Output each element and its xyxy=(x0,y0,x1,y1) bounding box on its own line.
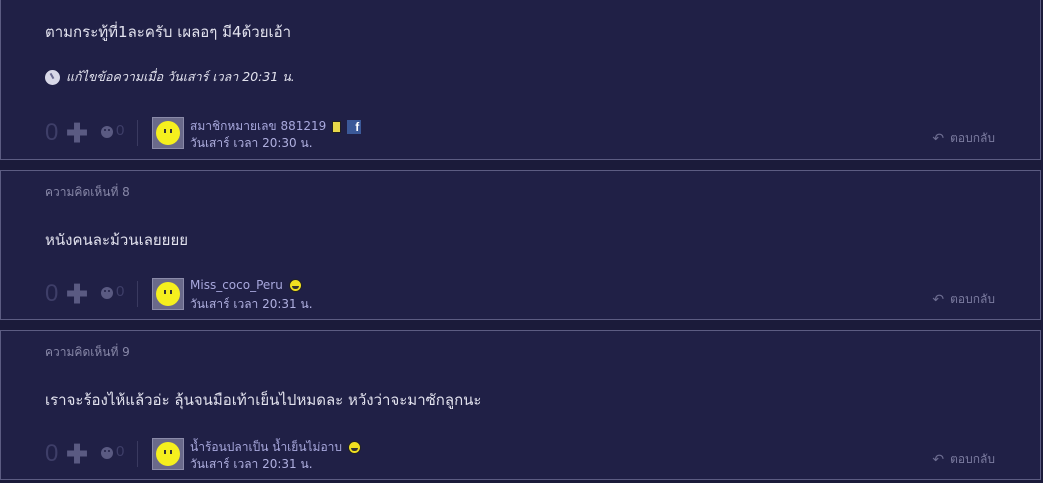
emotion-face-icon[interactable] xyxy=(101,126,113,138)
avatar-smiley xyxy=(156,442,180,466)
smile-icon xyxy=(288,278,302,292)
divider xyxy=(137,120,138,146)
divider xyxy=(137,441,138,467)
author-line: Miss_coco_Peru xyxy=(190,278,302,292)
timestamp: วันเสาร์ เวลา 20:31 น. xyxy=(190,297,313,311)
comment-footer: 0 ✚ 0 น้ำร้อนปลาเป็น น้ำเย็นไม่อาบ วันเส… xyxy=(45,438,1005,478)
avatar[interactable] xyxy=(152,438,184,470)
mobile-phone-icon xyxy=(332,120,342,133)
comment-card: ความคิดเห็นที่ 8 หนังคนละม้วนเลยยยย 0 ✚ … xyxy=(0,170,1041,320)
vote-count: 0 xyxy=(45,119,59,146)
edit-note: แก้ไขข้อความเมื่อ วันเสาร์ เวลา 20:31 น. xyxy=(45,67,295,87)
reply-label: ตอบกลับ xyxy=(950,131,995,145)
avatar[interactable] xyxy=(152,278,184,310)
comment-number: ความคิดเห็นที่ 9 xyxy=(45,345,130,359)
facebook-icon: f xyxy=(347,119,362,134)
smile-icon xyxy=(348,441,362,454)
edit-note-text: แก้ไขข้อความเมื่อ วันเสาร์ เวลา 20:31 น. xyxy=(66,69,295,84)
comment-number: ความคิดเห็นที่ 8 xyxy=(45,185,130,199)
reply-arrow-icon: ↶ xyxy=(932,451,945,468)
emotion-count: 0 xyxy=(116,443,125,460)
avatar-smiley xyxy=(156,282,180,306)
comment-footer: 0 ✚ 0 Miss_coco_Peru วันเสาร์ เวลา 20:31… xyxy=(45,278,1005,318)
reply-button[interactable]: ↶ ตอบกลับ xyxy=(932,450,995,469)
avatar-smiley xyxy=(156,121,180,145)
reply-arrow-icon: ↶ xyxy=(932,130,945,147)
reply-label: ตอบกลับ xyxy=(950,452,995,466)
vote-plus-button[interactable]: ✚ xyxy=(65,120,89,146)
comment-text: ตามกระทู้ที่1ละครับ เผลอๆ มี4ด้วยเอ้า xyxy=(45,23,292,41)
vote-count: 0 xyxy=(45,440,59,467)
comment-card: ตามกระทู้ที่1ละครับ เผลอๆ มี4ด้วยเอ้า แก… xyxy=(0,0,1041,160)
comment-text: หนังคนละม้วนเลยยยย xyxy=(45,231,189,249)
emotion-face-icon[interactable] xyxy=(101,287,113,299)
reply-button[interactable]: ↶ ตอบกลับ xyxy=(932,290,995,309)
comment-text: เราจะร้องไห้แล้วอ่ะ ลุ้นจนมือเท้าเย็นไปห… xyxy=(45,391,482,409)
vote-plus-button[interactable]: ✚ xyxy=(65,441,89,467)
comment-card: ความคิดเห็นที่ 9 เราจะร้องไห้แล้วอ่ะ ลุ้… xyxy=(0,330,1041,480)
edit-icon xyxy=(45,69,60,85)
emotion-count: 0 xyxy=(116,283,125,300)
timestamp: วันเสาร์ เวลา 20:30 น. xyxy=(190,136,313,150)
reply-label: ตอบกลับ xyxy=(950,292,995,306)
timestamp: วันเสาร์ เวลา 20:31 น. xyxy=(190,457,313,471)
emotion-count: 0 xyxy=(116,122,125,139)
divider xyxy=(137,281,138,307)
vote-plus-button[interactable]: ✚ xyxy=(65,281,89,307)
avatar[interactable] xyxy=(152,117,184,149)
vote-count: 0 xyxy=(45,280,59,307)
author-name[interactable]: Miss_coco_Peru xyxy=(190,278,283,292)
emotion-face-icon[interactable] xyxy=(101,447,113,459)
reply-button[interactable]: ↶ ตอบกลับ xyxy=(932,129,995,148)
reply-arrow-icon: ↶ xyxy=(932,291,945,308)
comment-footer: 0 ✚ 0 สมาชิกหมายเลข 881219 f วันเสาร์ เว… xyxy=(45,117,1005,157)
